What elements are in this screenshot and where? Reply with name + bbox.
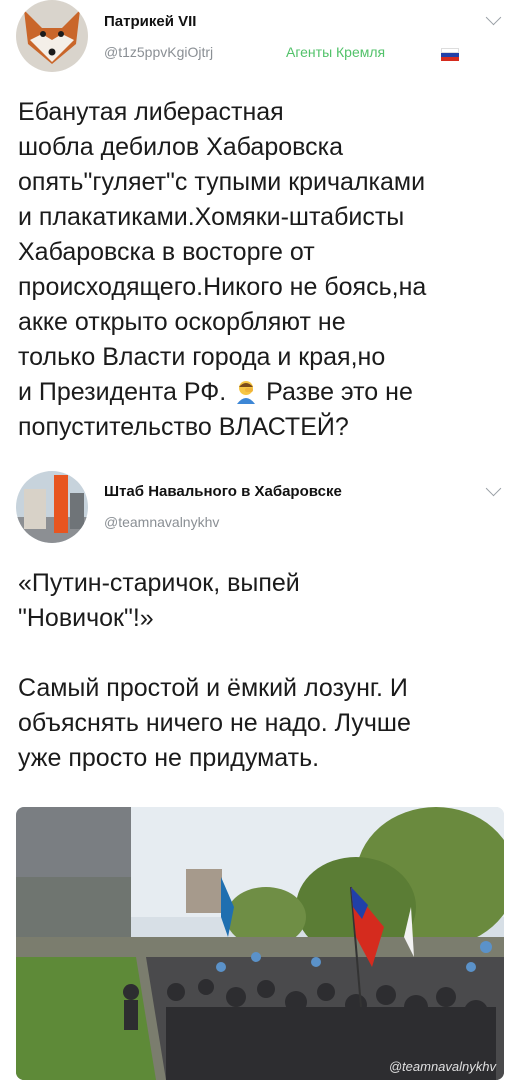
avatar-hq[interactable] [16,471,88,543]
author-name[interactable]: Патрикей VII [104,13,196,30]
chevron-down-icon[interactable] [485,480,502,497]
tweet-1-text: Ебанутая либерастная шобла дебилов Хабар… [18,95,513,445]
chevron-down-icon[interactable] [485,9,502,26]
author-name[interactable]: Штаб Навального в Хабаровске [104,483,342,500]
tweet-2-text: «Путин-старичок, выпей "Новичок"!» Самый… [18,569,411,772]
author-handle[interactable]: @t1z5ppvKgiOjtrj [104,44,213,60]
protest-photo[interactable]: @teamnavalnykhv [16,807,504,1080]
person-facepalming-emoji-icon [237,381,256,404]
author-handle[interactable]: @teamnavalnykhv [104,514,219,530]
avatar-fox[interactable] [16,0,88,72]
protest-march-image [16,807,504,1080]
building-avatar-image [16,471,88,543]
photo-watermark: @teamnavalnykhv [388,1059,496,1074]
author-badge: Агенты Кремля [286,44,386,60]
tweet-1-text-part-1: Ебанутая либерастная шобла дебилов Хабар… [18,98,427,406]
fox-avatar-image [16,0,88,72]
russia-flag-icon [441,48,459,61]
